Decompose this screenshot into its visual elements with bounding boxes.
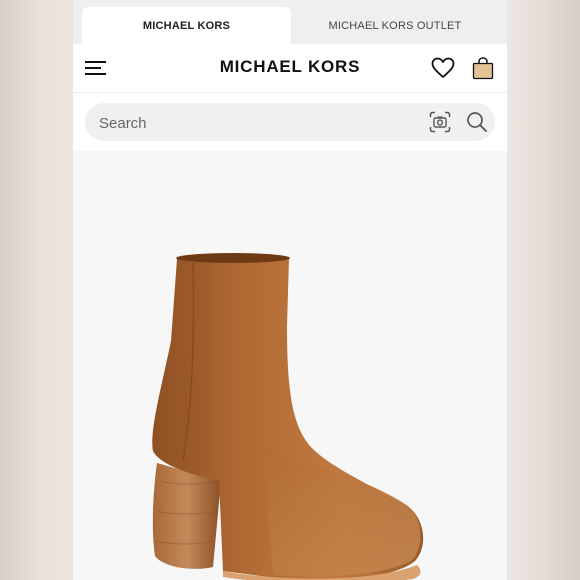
mobile-page: MICHAEL KORS MICHAEL KORS OUTLET MICHAEL… xyxy=(73,0,507,580)
search-submit-button[interactable] xyxy=(466,111,488,133)
shopping-bag-icon xyxy=(472,57,494,80)
camera-icon xyxy=(429,111,451,133)
store-tabs: MICHAEL KORS MICHAEL KORS OUTLET xyxy=(73,0,507,44)
site-header: MICHAEL KORS xyxy=(73,44,507,93)
search-input[interactable] xyxy=(97,112,401,134)
shopping-bag-button[interactable] xyxy=(472,56,494,80)
search-icon xyxy=(467,112,487,132)
tab-michael-kors-outlet[interactable]: MICHAEL KORS OUTLET xyxy=(291,7,499,44)
heart-icon xyxy=(431,57,455,78)
product-image-area[interactable] xyxy=(73,151,507,580)
visual-search-button[interactable] xyxy=(429,111,451,133)
search-bar-area xyxy=(73,93,507,151)
tab-michael-kors[interactable]: MICHAEL KORS xyxy=(82,7,291,44)
favorites-button[interactable] xyxy=(431,57,455,79)
ankle-boot-image xyxy=(152,253,423,580)
search-bar xyxy=(85,103,495,141)
